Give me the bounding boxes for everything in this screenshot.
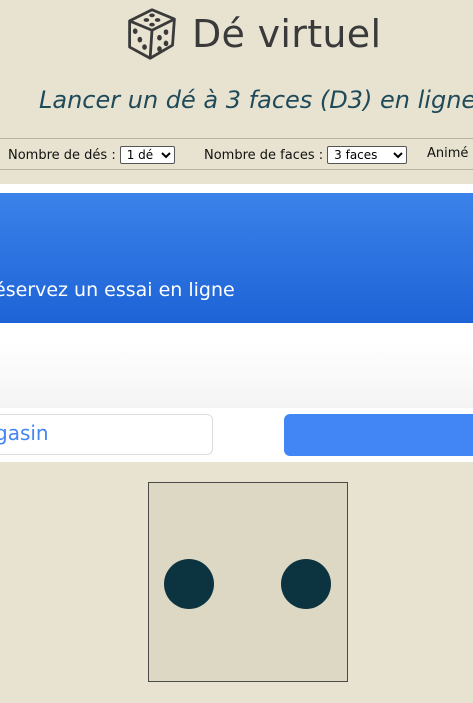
animation-label[interactable]: Animé <box>427 146 468 161</box>
dice-count-label: Nombre de dés : <box>8 147 116 163</box>
ad-banner-text[interactable]: éservez un essai en ligne <box>0 279 235 301</box>
ad-search-text[interactable]: gasin <box>0 421 49 445</box>
faces-control: Nombre de faces : 3 faces <box>204 146 408 164</box>
site-title: Dé virtuel <box>192 12 382 56</box>
dice-icon <box>128 8 176 60</box>
ad-spacer <box>0 340 473 408</box>
animation-control[interactable]: Animé <box>427 146 468 161</box>
faces-label: Nombre de faces : <box>204 147 324 163</box>
page-subtitle: Lancer un dé à 3 faces (D3) en ligne <box>39 86 473 114</box>
dice-count-control: Nombre de dés : 1 dé <box>8 146 175 164</box>
faces-select[interactable]: 3 faces <box>327 146 408 164</box>
page: Dé virtuel Lancer un dé à 3 faces (D3) e… <box>0 0 473 703</box>
dice-count-select[interactable]: 1 dé <box>119 146 175 164</box>
controls-bar: Nombre de dés : 1 dé Nombre de faces : 3… <box>0 138 473 170</box>
die-pip <box>164 559 214 609</box>
site-header: Dé virtuel <box>124 6 381 62</box>
ad-button[interactable] <box>284 414 473 456</box>
die-face[interactable] <box>148 482 348 682</box>
ad-banner[interactable] <box>0 193 473 323</box>
die-pip <box>281 559 331 609</box>
